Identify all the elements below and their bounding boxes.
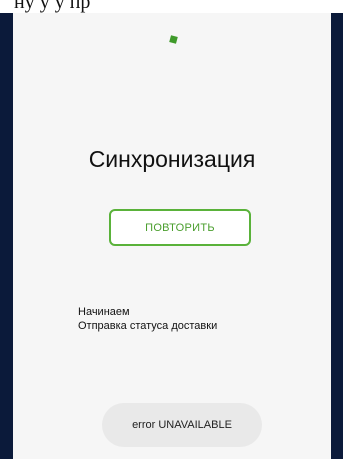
status-line: Начинаем — [78, 306, 130, 318]
frame-left-edge — [0, 13, 13, 459]
cropped-header: ну у у пр — [0, 0, 343, 13]
cropped-header-text: ну у у пр — [14, 0, 91, 13]
page-title: Синхронизация — [88, 146, 256, 172]
sync-screen: Синхронизация ПОВТОРИТЬ Начинаем Отправк… — [13, 13, 331, 459]
error-toast-text: error UNAVAILABLE — [132, 419, 232, 431]
frame-right-edge — [331, 13, 343, 459]
status-log: Начинаем Отправка статуса доставки — [78, 305, 217, 333]
status-line: Отправка статуса доставки — [78, 320, 218, 332]
retry-button[interactable]: ПОВТОРИТЬ — [109, 209, 251, 246]
progress-dot-icon — [169, 35, 178, 44]
error-toast: error UNAVAILABLE — [102, 403, 262, 447]
